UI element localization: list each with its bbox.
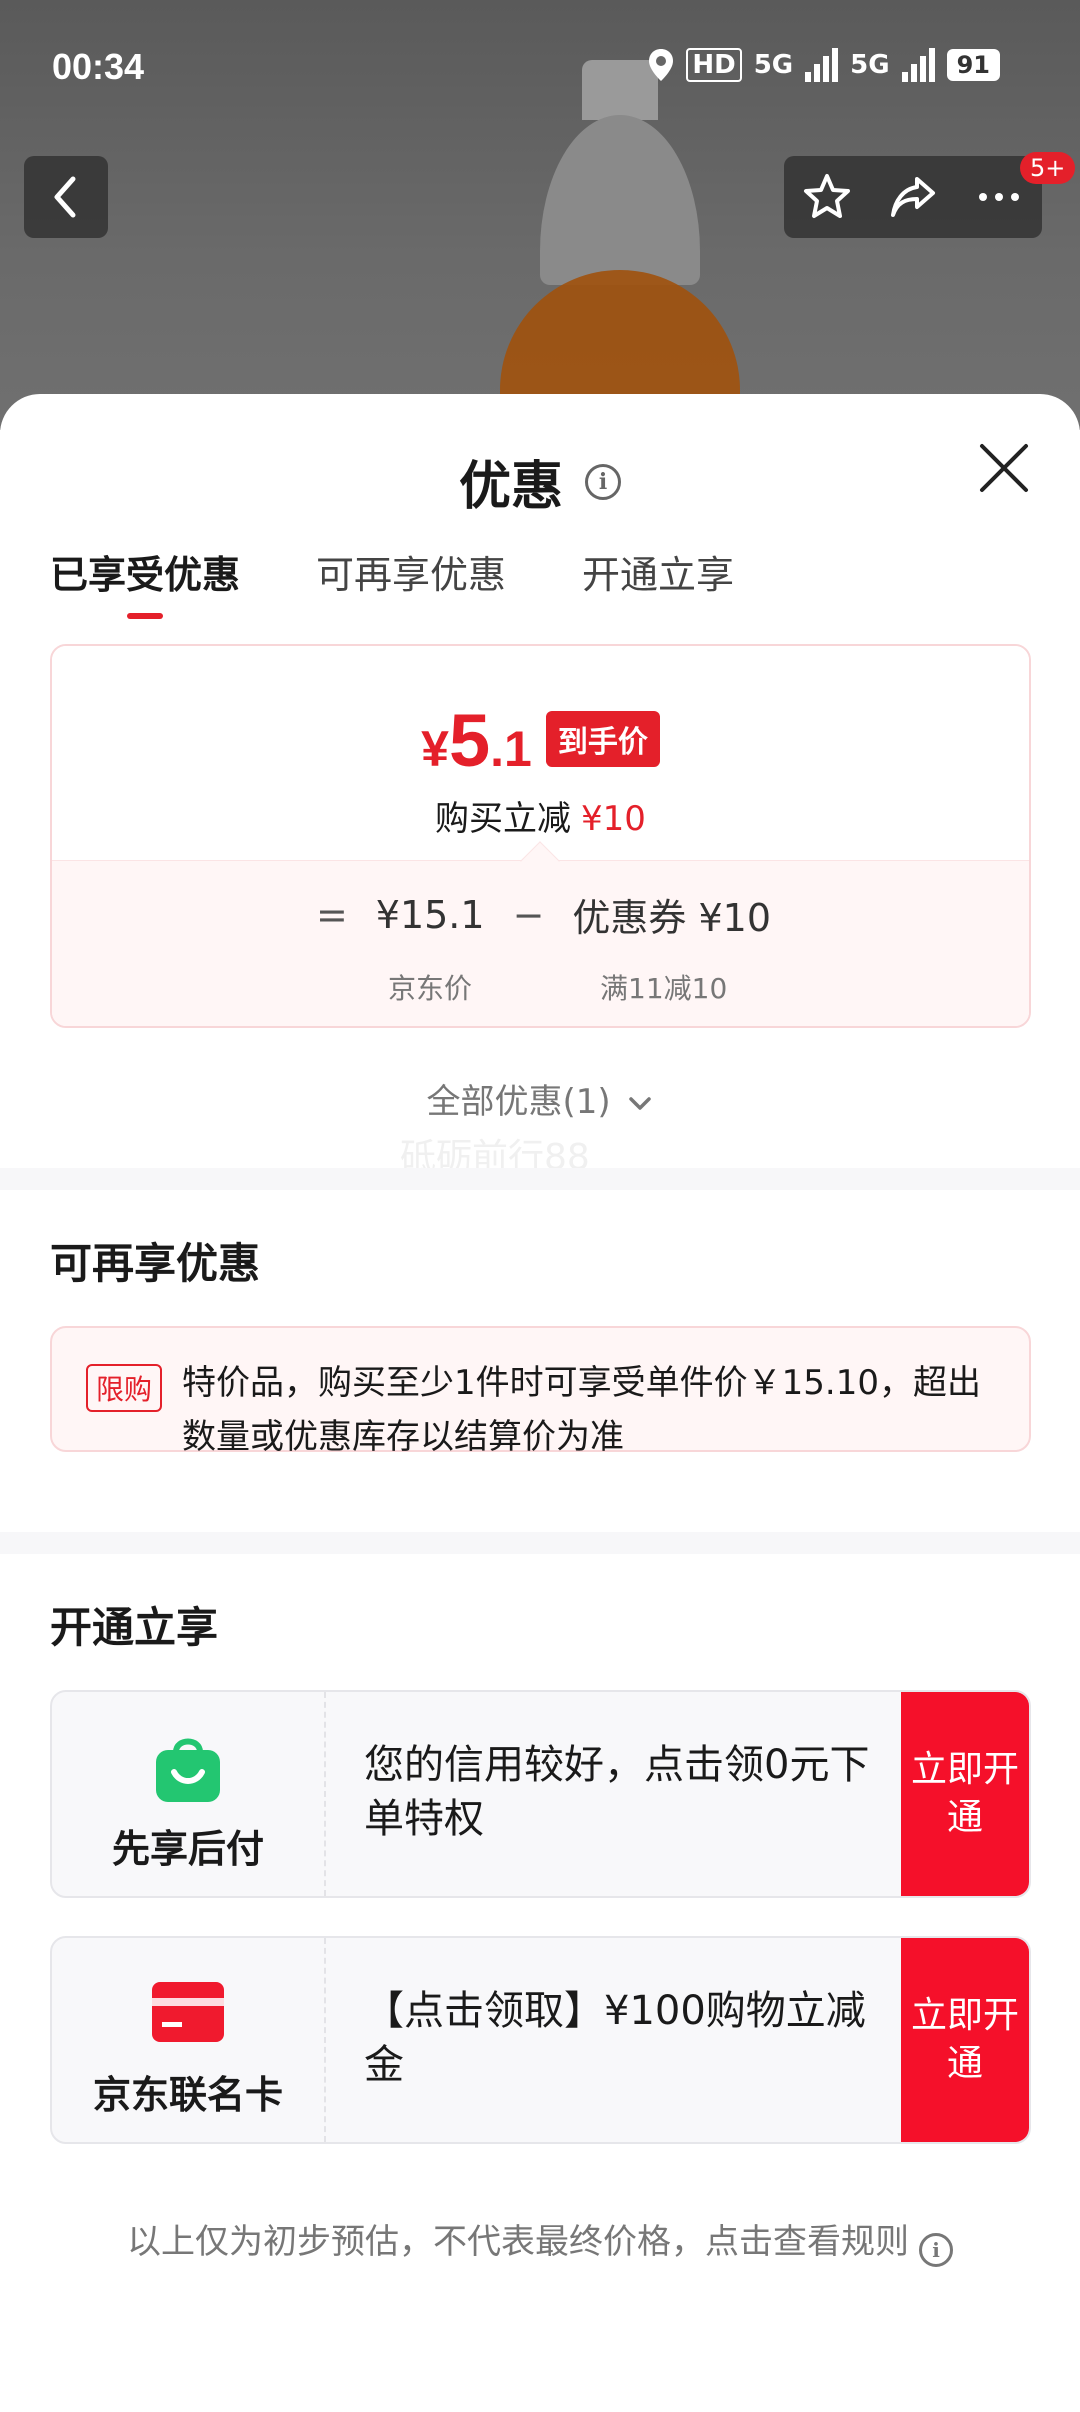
more-icon[interactable] — [973, 171, 1025, 223]
jd-price-label: 京东价 — [388, 972, 473, 1005]
top-action-bar — [784, 156, 1042, 238]
price-formula: = ¥15.1 − 优惠券 ¥10 — [52, 887, 1029, 942]
instant-reduction: 购买立减 ¥10 — [435, 799, 646, 839]
jd-card-name: 京东联名卡 — [92, 2073, 283, 2117]
section-title-reapply: 可再享优惠 — [50, 1239, 261, 1288]
section-divider — [0, 1532, 1080, 1554]
star-icon[interactable] — [801, 171, 853, 223]
hd-icon: HD — [686, 48, 742, 82]
all-deals-toggle[interactable]: 全部优惠(1) — [0, 1074, 1080, 1123]
status-time: 00:34 — [52, 46, 145, 87]
tab-enjoyed-discounts[interactable]: 已享受优惠 — [50, 544, 240, 619]
coupon-value: 优惠券 ¥10 — [572, 896, 772, 940]
equals-sign: = — [315, 892, 348, 937]
chevron-down-icon — [629, 1096, 652, 1110]
status-bar: 00:34 HD 5G 5G 91 — [52, 40, 1040, 100]
signal-icon-2 — [901, 48, 935, 82]
jd-card-desc: 【点击领取】¥100购物立减金 — [364, 1988, 866, 2088]
section-divider — [0, 1168, 1080, 1190]
coupon-condition: 满11减10 — [600, 972, 728, 1005]
location-icon — [649, 49, 674, 81]
share-icon[interactable] — [887, 171, 939, 223]
sheet-title: 优惠 — [458, 457, 563, 517]
pay-later-desc: 您的信用较好，点击领0元下单特权 — [364, 1742, 870, 1842]
jd-card-card[interactable]: 京东联名卡 【点击领取】¥100购物立减金 立即开通 — [50, 1936, 1031, 2144]
network-label-2: 5G — [850, 50, 890, 80]
minus-sign: − — [512, 892, 545, 937]
final-price: ¥5.1 — [421, 699, 532, 782]
discount-sheet: 优惠 i 已享受优惠 可再享优惠 开通立享 ¥5.1 到手价 购买立减 ¥10 =… — [0, 394, 1080, 2412]
shopping-bag-icon — [156, 1738, 220, 1802]
jd-price: ¥15.1 — [375, 892, 485, 937]
limit-tag: 限购 — [86, 1364, 163, 1412]
battery-icon: 91 — [946, 49, 1000, 81]
sheet-header: 优惠 i — [0, 444, 1080, 519]
back-button[interactable] — [24, 156, 108, 238]
section-title-open-now: 开通立享 — [50, 1603, 219, 1652]
tab-bar: 已享受优惠 可再享优惠 开通立享 — [50, 544, 734, 619]
credit-card-icon — [152, 1982, 224, 2042]
signal-icon-1 — [805, 48, 839, 82]
final-price-tag: 到手价 — [545, 711, 660, 767]
purchase-limit-card: 限购 特价品，购买至少1件时可享受单件价￥15.10，超出数量或优惠库存以结算价… — [50, 1326, 1031, 1457]
footer-rules-link[interactable]: 以上仅为初步预估，不代表最终价格，点击查看规则 i — [0, 2214, 1080, 2267]
tab-open-now[interactable]: 开通立享 — [582, 544, 734, 619]
pay-later-name: 先享后付 — [111, 1827, 264, 1871]
network-label-1: 5G — [753, 50, 794, 80]
limit-text: 特价品，购买至少1件时可享受单件价￥15.10，超出数量或优惠库存以结算价为准 — [182, 1363, 981, 1457]
open-pay-later-button[interactable]: 立即开通 — [901, 1692, 1029, 1896]
message-badge: 5+ — [1020, 152, 1076, 184]
info-icon: i — [919, 2233, 953, 2267]
product-image — [500, 40, 740, 470]
close-icon[interactable] — [976, 440, 1032, 496]
pay-later-card[interactable]: 先享后付 您的信用较好，点击领0元下单特权 立即开通 — [50, 1690, 1031, 1898]
tab-more-discounts[interactable]: 可再享优惠 — [316, 544, 506, 619]
chevron-left-icon — [54, 176, 76, 218]
open-jd-card-button[interactable]: 立即开通 — [901, 1938, 1029, 2142]
status-icons: HD 5G 5G 91 — [648, 48, 1000, 82]
info-icon[interactable]: i — [585, 463, 621, 500]
price-card: ¥5.1 到手价 购买立减 ¥10 = ¥15.1 − 优惠券 ¥10 京东价 满… — [50, 644, 1031, 1028]
